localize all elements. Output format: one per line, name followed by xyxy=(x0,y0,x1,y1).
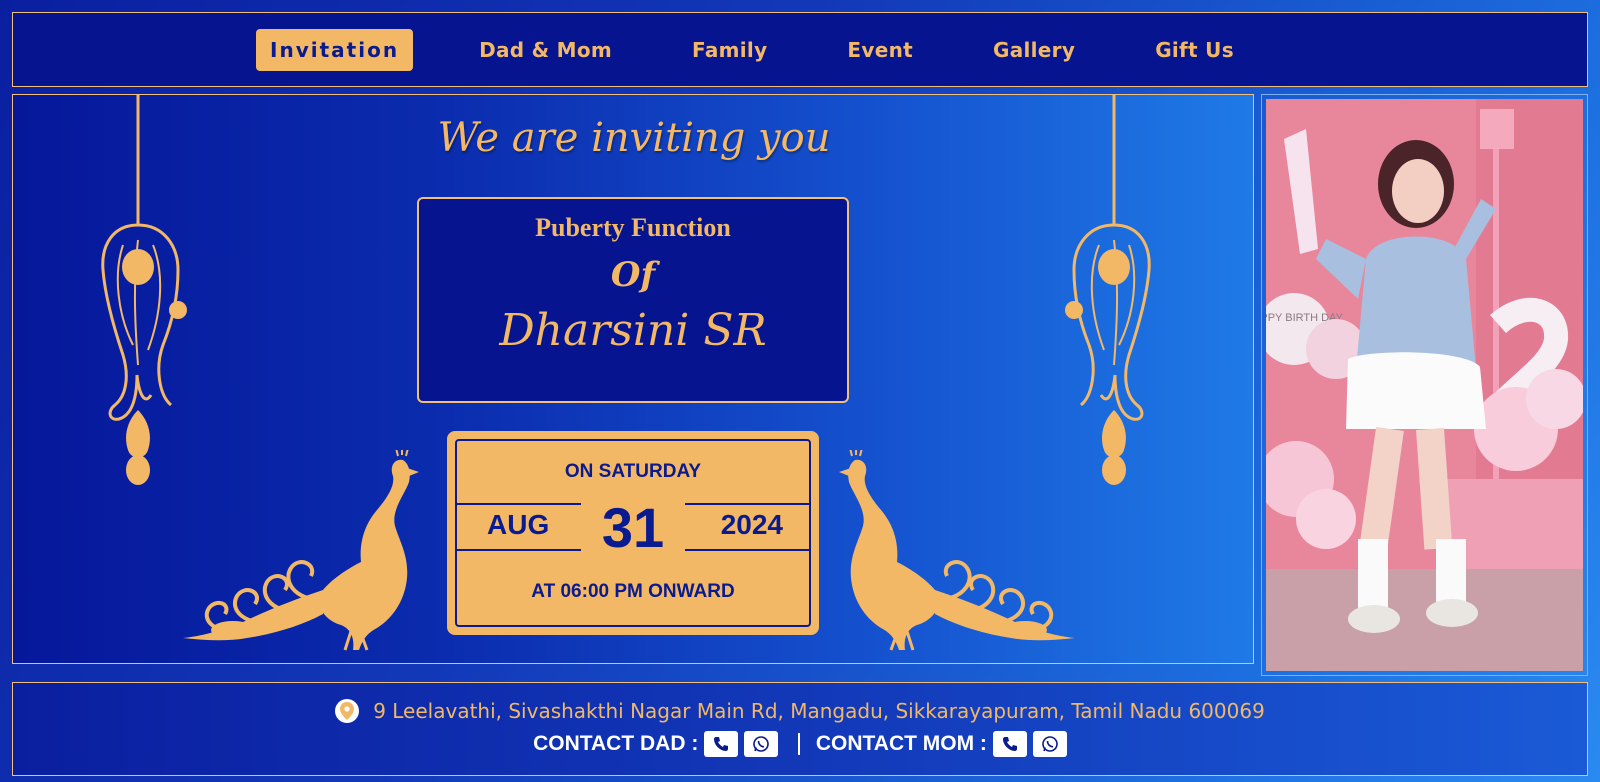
contact-mom-label: CONTACT MOM : xyxy=(815,732,987,755)
honoree-name: Dharsini SR xyxy=(499,305,767,356)
nav-item-dad-mom[interactable]: Dad & Mom xyxy=(465,30,626,70)
event-time: AT 06:00 PM ONWARD xyxy=(531,581,735,602)
honoree-photo-frame: HAPPY BIRTH DAY xyxy=(1261,94,1588,676)
footer: 9 Leelavathi, Sivashakthi Nagar Main Rd,… xyxy=(12,682,1588,776)
event-day: ON SATURDAY xyxy=(564,461,702,482)
event-year: 2024 xyxy=(720,509,783,540)
dad-phone-icon[interactable] xyxy=(704,731,739,757)
nav-item-gallery[interactable]: Gallery xyxy=(979,30,1089,70)
date-row: AUG 31 2024 xyxy=(457,496,809,559)
invitation-panel: We are inviting you Puberty Function Of … xyxy=(12,94,1254,664)
dad-whatsapp-icon[interactable] xyxy=(744,731,779,757)
peacock-left-icon xyxy=(183,450,419,651)
nav-item-family[interactable]: Family xyxy=(678,30,781,70)
date-card: ON SATURDAY AUG 31 2024 AT 06:00 PM ONWA… xyxy=(447,431,819,635)
location-pin-icon xyxy=(335,699,360,723)
invitation-headline: We are inviting you xyxy=(437,115,831,161)
mom-phone-icon[interactable] xyxy=(992,731,1027,757)
top-nav: Invitation Dad & Mom Family Event Galler… xyxy=(12,12,1588,87)
contacts-row: CONTACT DAD : CONTACT MOM : xyxy=(13,731,1587,757)
nav-item-invitation[interactable]: Invitation xyxy=(256,28,414,71)
nav-item-gift-us[interactable]: Gift Us xyxy=(1141,30,1248,70)
contact-dad-label: CONTACT DAD : xyxy=(533,732,699,755)
nav-item-event[interactable]: Event xyxy=(833,30,927,70)
name-box: Puberty Function Of Dharsini SR xyxy=(417,197,849,403)
mom-whatsapp-icon[interactable] xyxy=(1032,731,1067,757)
nav-items: Invitation Dad & Mom Family Event Galler… xyxy=(256,28,1274,71)
address-line: 9 Leelavathi, Sivashakthi Nagar Main Rd,… xyxy=(13,699,1587,723)
of-text: Of xyxy=(610,255,656,295)
photo-illustration: HAPPY BIRTH DAY xyxy=(1266,99,1583,671)
address-text[interactable]: 9 Leelavathi, Sivashakthi Nagar Main Rd,… xyxy=(373,699,1265,723)
honoree-photo: HAPPY BIRTH DAY xyxy=(1266,99,1583,671)
function-title: Puberty Function xyxy=(535,213,731,242)
peacock-right-icon xyxy=(839,450,1075,651)
contact-separator xyxy=(798,733,800,755)
date-card-inner: ON SATURDAY AUG 31 2024 AT 06:00 PM ONWA… xyxy=(455,439,811,627)
